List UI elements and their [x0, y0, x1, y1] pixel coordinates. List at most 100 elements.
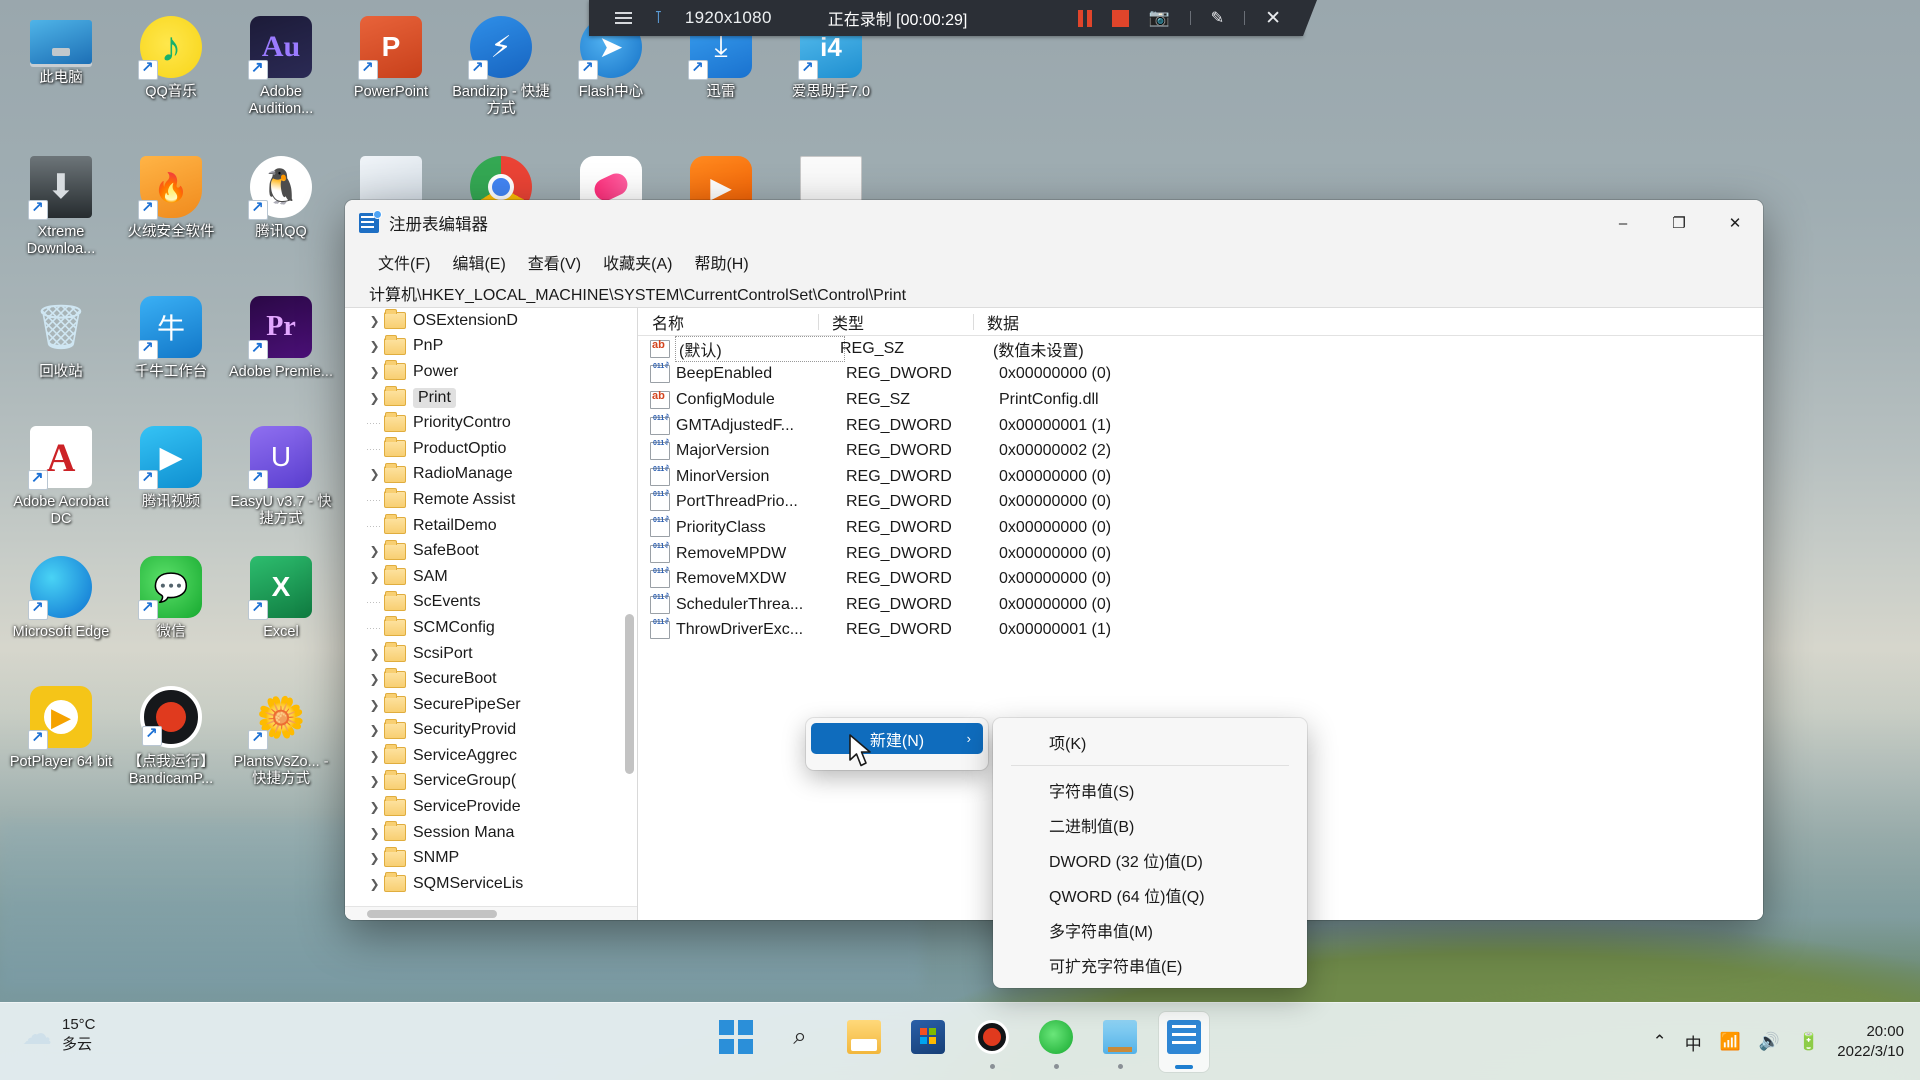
window-titlebar[interactable]: 注册表编辑器 – ❐ ✕ [345, 200, 1763, 246]
registry-value-row[interactable]: RemoveMXDW REG_DWORD 0x00000000 (0) [638, 566, 1763, 592]
tree-item[interactable]: ❯ PnP [345, 334, 637, 360]
chevron-right-icon[interactable]: ❯ [365, 672, 384, 686]
registry-editor-button[interactable] [1159, 1012, 1209, 1072]
chevron-right-icon[interactable]: ❯ [365, 851, 384, 865]
start-button[interactable] [711, 1012, 761, 1072]
desktop-icon-huorong-security[interactable]: 🔥 火绒安全软件 [116, 148, 226, 280]
tree-item[interactable]: SCMConfig [345, 615, 637, 641]
menu-item-favorites[interactable]: 收藏夹(A) [594, 246, 681, 278]
clock[interactable]: 20:00 2022/3/10 [1837, 1022, 1904, 1063]
tree-item[interactable]: ❯ SecureBoot [345, 666, 637, 692]
chevron-right-icon[interactable]: ❯ [365, 723, 384, 737]
tree-item[interactable]: ❯ Print [345, 385, 637, 411]
tree-item[interactable]: ❯ Session Mana [345, 820, 637, 846]
desktop-icon-adobe-audition[interactable]: Au Adobe Audition... [226, 8, 336, 140]
desktop-icon-qq-music[interactable]: QQ音乐 [116, 8, 226, 140]
ime-indicator[interactable]: 中 [1685, 1030, 1702, 1055]
desktop-icon-bandizip[interactable]: ⚡ Bandizip - 快捷方式 [446, 8, 556, 140]
tree-item[interactable]: ❯ ServiceAggrec [345, 743, 637, 769]
submenu-item[interactable]: 字符串值(S) [997, 772, 1303, 807]
pen-icon[interactable]: ✎ [1211, 8, 1224, 28]
column-header-data[interactable]: 数据 [973, 310, 1373, 334]
chevron-right-icon[interactable]: ❯ [365, 698, 384, 712]
tree-item[interactable]: ScEvents [345, 590, 637, 616]
tree-vertical-scrollbar[interactable] [624, 314, 635, 914]
tree-item[interactable]: ❯ SQMServiceLis [345, 871, 637, 897]
close-button[interactable]: ✕ [1707, 200, 1763, 246]
microsoft-store-button[interactable] [903, 1012, 953, 1072]
taskbar-weather-widget[interactable]: ☁ 15°C 多云 [22, 1015, 96, 1054]
desktop-icon-this-pc[interactable]: 此电脑 [6, 8, 116, 140]
desktop-icon-bandicam-patch[interactable]: 【点我运行】BandicamP... [116, 678, 226, 810]
tree-item[interactable]: ❯ ScsiPort [345, 641, 637, 667]
tree-item[interactable]: ❯ ServiceProvide [345, 794, 637, 820]
submenu-item[interactable]: 多字符串值(M) [997, 912, 1303, 947]
tree-item[interactable]: ❯ OSExtensionD [345, 308, 637, 334]
chevron-right-icon[interactable]: ❯ [365, 365, 384, 379]
desktop-icon-adobe-acrobat[interactable]: A Adobe Acrobat DC [6, 418, 116, 550]
pause-icon[interactable] [1077, 9, 1092, 27]
column-header-type[interactable]: 类型 [818, 310, 973, 334]
submenu-item[interactable]: QWORD (64 位)值(Q) [997, 877, 1303, 912]
desktop-icon-xtreme-download-manager[interactable]: ⬇ Xtreme Downloa... [6, 148, 116, 280]
chevron-right-icon[interactable]: ❯ [365, 800, 384, 814]
chevron-right-icon[interactable]: ❯ [365, 467, 384, 481]
chevron-right-icon[interactable]: ❯ [365, 570, 384, 584]
desktop-icon-excel[interactable]: X Excel [226, 548, 336, 680]
taskbar[interactable]: ☁ 15°C 多云 ⌕ ⌃ 中 📶 🔊 🔋 20:00 2022/3/10 [0, 1002, 1920, 1080]
chevron-right-icon[interactable]: ❯ [365, 826, 384, 840]
column-header-name[interactable]: 名称 [638, 310, 818, 334]
tree-item[interactable]: ❯ SNMP [345, 845, 637, 871]
desktop-icon-tencent-video[interactable]: ▶ 腾讯视频 [116, 418, 226, 550]
tree-item[interactable]: RetailDemo [345, 513, 637, 539]
tree-item[interactable]: ❯ SafeBoot [345, 538, 637, 564]
hamburger-icon[interactable] [615, 12, 632, 24]
screen-recorder-toolbar[interactable]: ⊺ 1920x1080 正在录制 [00:00:29] 📷 ✎ ✕ [589, 0, 1317, 36]
search-button[interactable]: ⌕ [775, 1012, 825, 1072]
registry-value-row[interactable]: (默认)REG_SZ (数值未设置) [638, 335, 1763, 362]
desktop-icon-microsoft-edge[interactable]: Microsoft Edge [6, 548, 116, 680]
desktop-icon-qianniu-workbench[interactable]: 牛千牛工作台 [116, 288, 226, 420]
tree-item[interactable]: ❯ ServiceGroup( [345, 769, 637, 795]
registry-value-row[interactable]: BeepEnabled REG_DWORD 0x00000000 (0) [638, 362, 1763, 388]
registry-value-row[interactable]: RemoveMPDW REG_DWORD 0x00000000 (0) [638, 541, 1763, 567]
desktop-icon-easyu[interactable]: U EasyU v3.7 - 快捷方式 [226, 418, 336, 550]
submenu-item[interactable]: DWORD (32 位)值(D) [997, 842, 1303, 877]
address-bar[interactable]: 计算机\HKEY_LOCAL_MACHINE\SYSTEM\CurrentCon… [345, 278, 1763, 308]
registry-value-row[interactable]: ConfigModule REG_SZ PrintConfig.dll [638, 387, 1763, 413]
volume-icon[interactable]: 🔊 [1759, 1032, 1780, 1052]
submenu-item[interactable]: 二进制值(B) [997, 807, 1303, 842]
registry-value-row[interactable]: MinorVersion REG_DWORD 0x00000000 (0) [638, 464, 1763, 490]
tree-item[interactable]: ❯ RadioManage [345, 462, 637, 488]
registry-value-row[interactable]: PriorityClass REG_DWORD 0x00000000 (0) [638, 515, 1763, 541]
registry-value-row[interactable]: SchedulerThrea... REG_DWORD 0x00000000 (0) [638, 592, 1763, 618]
registry-value-row[interactable]: ThrowDriverExc... REG_DWORD 0x00000001 (1) [638, 618, 1763, 644]
minimize-button[interactable]: – [1595, 200, 1651, 246]
tree-item[interactable]: ProductOptio [345, 436, 637, 462]
new-submenu[interactable]: 项(K) 字符串值(S) 二进制值(B) DWORD (32 位)值(D) QWORD … [993, 718, 1307, 988]
close-icon[interactable]: ✕ [1265, 7, 1281, 30]
registry-value-row[interactable]: MajorVersion REG_DWORD 0x00000002 (2) [638, 438, 1763, 464]
scrollbar-thumb[interactable] [625, 614, 634, 774]
stop-icon[interactable] [1111, 9, 1129, 27]
submenu-item[interactable]: 可扩充字符串值(E) [997, 947, 1303, 982]
chevron-right-icon[interactable]: ❯ [365, 544, 384, 558]
chevron-right-icon[interactable]: ❯ [365, 391, 384, 405]
menu-item-file[interactable]: 文件(F) [369, 246, 439, 278]
registry-value-row[interactable]: PortThreadPrio... REG_DWORD 0x00000000 (0) [638, 490, 1763, 516]
chevron-right-icon[interactable]: ❯ [365, 749, 384, 763]
wechat-button[interactable] [1031, 1012, 1081, 1072]
scrollbar-thumb[interactable] [367, 910, 497, 918]
chevron-right-icon[interactable]: ❯ [365, 339, 384, 353]
registry-tree-pane[interactable]: ❯ OSExtensionD ❯ PnP ❯ Power ❯ Print PriorityCon… [345, 308, 638, 920]
menu-item-edit[interactable]: 编辑(E) [443, 246, 514, 278]
desktop-icon-plants-vs-zombies[interactable]: 🌼 PlantsVsZo... - 快捷方式 [226, 678, 336, 810]
context-menu[interactable]: 新建(N) › [806, 718, 988, 770]
desktop-icon-adobe-premiere[interactable]: Pr Adobe Premie... [226, 288, 336, 420]
desktop-icon-wechat[interactable]: 💬 微信 [116, 548, 226, 680]
chevron-right-icon[interactable]: ❯ [365, 774, 384, 788]
desktop-icon-potplayer[interactable]: PotPlayer 64 bit [6, 678, 116, 810]
desktop-icon-recycle-bin[interactable]: 🗑 回收站 [6, 288, 116, 420]
bandicam-button[interactable] [967, 1012, 1017, 1072]
context-menu-item-new[interactable]: 新建(N) › [811, 723, 983, 754]
